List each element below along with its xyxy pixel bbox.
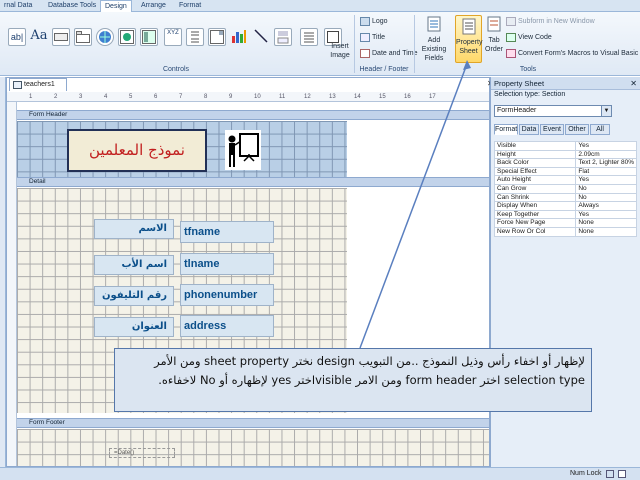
num-lock-indicator: Num Lock (570, 470, 602, 477)
view-form-icon[interactable] (606, 470, 614, 478)
view-design-icon[interactable] (618, 470, 626, 478)
instruction-callout: لإظهار أو اخفاء رأس وذيل النموذج ..من ال… (114, 348, 592, 412)
status-bar: Num Lock (0, 467, 640, 480)
